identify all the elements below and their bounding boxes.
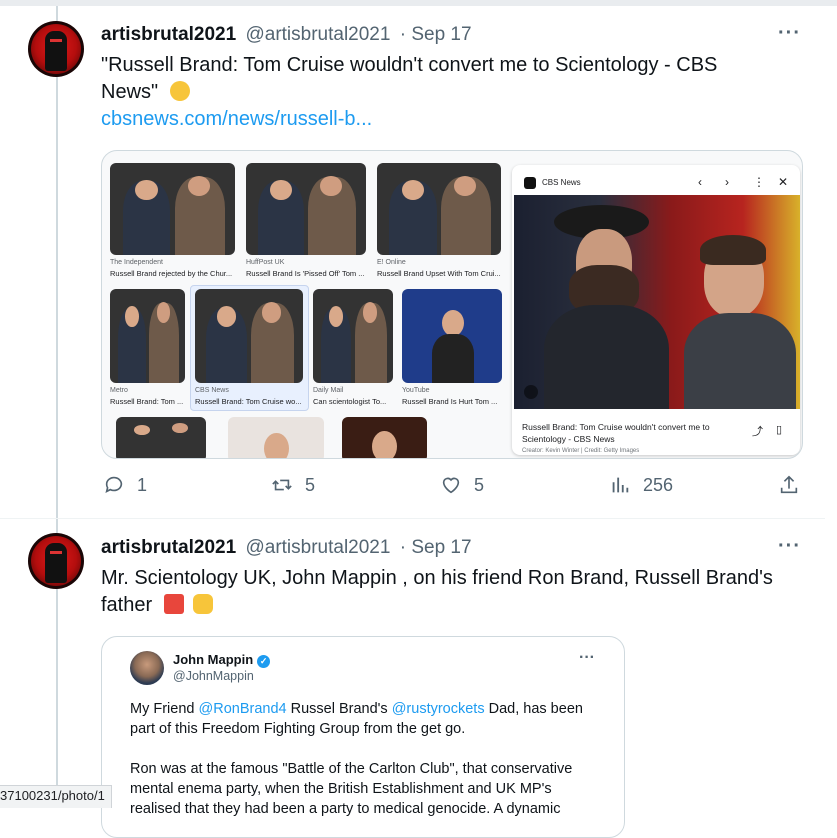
thumbnail-source: Metro — [110, 387, 128, 394]
tweet-date[interactable]: · Sep 17 — [400, 537, 472, 558]
mention-link[interactable]: @rustyrockets — [392, 701, 485, 717]
more-options-icon[interactable]: ··· — [579, 649, 595, 667]
analytics-icon — [612, 477, 629, 493]
tweet-text-line: "Russell Brand: Tom Cruise wouldn't conv… — [101, 54, 718, 76]
thumbnail-image[interactable] — [246, 163, 366, 255]
thumbnail-image[interactable] — [342, 417, 427, 458]
retweet-button[interactable]: 5 — [271, 474, 315, 496]
reply-icon — [105, 476, 123, 493]
thumbnail-caption[interactable]: Russell Brand rejected by the Chur... — [110, 269, 235, 278]
tweet-text: "Russell Brand: Tom Cruise wouldn't conv… — [101, 52, 801, 106]
like-button[interactable]: 5 — [440, 474, 484, 496]
heart-icon — [442, 477, 460, 494]
popcorn-icon — [163, 594, 184, 614]
more-options-icon[interactable]: ··· — [778, 535, 801, 558]
tweet-text-line: News" — [101, 81, 159, 103]
thinking-face-icon — [169, 81, 190, 101]
quoted-text-span: My Friend — [130, 701, 199, 717]
thumbnail-image[interactable] — [110, 163, 235, 255]
thumbnail-source: The Independent — [110, 259, 163, 266]
views-button[interactable]: 256 — [609, 474, 673, 496]
tweet-link[interactable]: cbsnews.com/news/russell-b... — [101, 108, 372, 131]
tweet-text: Mr. Scientology UK, John Mappin , on his… — [101, 565, 801, 619]
panel-source: CBS News — [542, 178, 581, 187]
like-count: 5 — [474, 474, 485, 495]
quoted-avatar[interactable] — [130, 651, 164, 685]
quoted-text: My Friend @RonBrand4 Russel Brand's @rus… — [130, 699, 600, 819]
user-handle[interactable]: @artisbrutal2021 — [245, 24, 390, 45]
thumbnail-source: CBS News — [195, 387, 229, 394]
thumbnail-caption[interactable]: Russell Brand Upset With Tom Crui... — [377, 269, 501, 278]
kebab-menu-icon[interactable]: ⋮ — [753, 175, 765, 189]
preview-caption[interactable]: Russell Brand: Tom Cruise wouldn't conve… — [522, 421, 752, 445]
thread-line — [56, 6, 58, 805]
thumbnail-image[interactable] — [402, 289, 502, 383]
link-card[interactable]: The Independent Russell Brand rejected b… — [101, 150, 803, 459]
thumbnail-caption[interactable]: Russell Brand: Tom Cruise wo... — [195, 397, 303, 406]
quoted-text-line: Ron was at the famous "Battle of the Car… — [130, 761, 573, 777]
avatar[interactable] — [28, 533, 84, 589]
chevron-left-icon[interactable]: ‹ — [698, 175, 702, 189]
quoted-text-line: part of this Freedom Fighting Group from… — [130, 721, 466, 737]
thumbnail-caption[interactable]: Russell Brand Is 'Pissed Off' Tom ... — [246, 269, 368, 278]
retweet-icon — [272, 479, 292, 491]
reply-button[interactable]: 1 — [103, 474, 147, 496]
thumbnail-caption[interactable]: Russell Brand Is Hurt Tom ... — [402, 397, 502, 406]
thumbnail-caption[interactable]: Russell Brand: Tom ... — [110, 397, 188, 406]
top-strip — [0, 0, 837, 6]
quoted-text-line: mental enema party, when the British Est… — [130, 781, 552, 797]
tweet-date[interactable]: · Sep 17 — [400, 24, 472, 45]
lens-icon[interactable] — [524, 385, 538, 399]
avatar[interactable] — [28, 21, 84, 77]
thumbnail-image[interactable] — [195, 289, 303, 383]
thumbnail-image[interactable] — [313, 289, 393, 383]
pointing-down-icon — [193, 594, 214, 614]
preview-image[interactable] — [514, 195, 800, 409]
share-icon — [780, 475, 798, 494]
tweet-header: artisbrutal2021 @artisbrutal2021 · Sep 1… — [101, 24, 472, 46]
verified-badge-icon: ✓ — [257, 655, 271, 668]
bookmark-icon[interactable]: ▯ — [776, 423, 782, 436]
mention-link[interactable]: @RonBrand4 — [199, 701, 287, 717]
quoted-text-line: realised that they had been a party to m… — [130, 801, 561, 817]
close-icon[interactable]: ✕ — [778, 175, 788, 189]
thumbnail-source: Daily Mail — [313, 387, 344, 394]
tweet-text-line: father — [101, 594, 153, 616]
thumbnail-source: HuffPost UK — [246, 259, 285, 266]
reply-count: 1 — [137, 474, 148, 495]
display-name[interactable]: artisbrutal2021 — [101, 24, 236, 45]
quoted-text-span: Dad, has been — [484, 701, 583, 717]
view-count: 256 — [643, 474, 674, 495]
quoted-tweet[interactable]: John Mappin ✓ @JohnMappin ··· My Friend @… — [101, 636, 625, 838]
image-preview-panel[interactable]: CBS News ‹ › ⋮ ✕ Russell Brand: Tom Crui… — [512, 165, 800, 455]
preview-credit: Creator: Kevin Winter | Credit: Getty Im… — [522, 448, 640, 454]
tweet-actions: 1 5 5 256 — [0, 474, 825, 504]
thumbnail-source: YouTube — [402, 387, 430, 394]
thumbnail-image[interactable] — [228, 417, 324, 458]
tweet-text-line: Mr. Scientology UK, John Mappin , on his… — [101, 567, 773, 589]
thumbnail-source: E! Online — [377, 259, 406, 266]
thumbnail-image[interactable] — [377, 163, 501, 255]
share-icon[interactable]: ⤴ — [752, 423, 763, 439]
display-name[interactable]: artisbrutal2021 — [101, 537, 236, 558]
user-handle[interactable]: @artisbrutal2021 — [245, 537, 390, 558]
thumbnail-image[interactable] — [110, 289, 185, 383]
thumbnail-caption[interactable]: Can scientologist To... — [313, 397, 393, 406]
tweet-divider — [0, 518, 825, 519]
tweet-header: artisbrutal2021 @artisbrutal2021 · Sep 1… — [101, 537, 472, 559]
quoted-display-name[interactable]: John Mappin ✓ — [173, 652, 271, 668]
share-button[interactable] — [778, 474, 812, 496]
quoted-name-text: John Mappin — [173, 652, 254, 667]
thumbnail-image[interactable] — [116, 417, 206, 458]
retweet-count: 5 — [305, 474, 316, 495]
quoted-handle[interactable]: @JohnMappin — [173, 669, 254, 683]
cbs-logo-icon — [524, 177, 536, 189]
more-options-icon[interactable]: ··· — [778, 22, 801, 45]
quoted-text-span: Russel Brand's — [286, 701, 392, 717]
chevron-right-icon[interactable]: › — [725, 175, 729, 189]
